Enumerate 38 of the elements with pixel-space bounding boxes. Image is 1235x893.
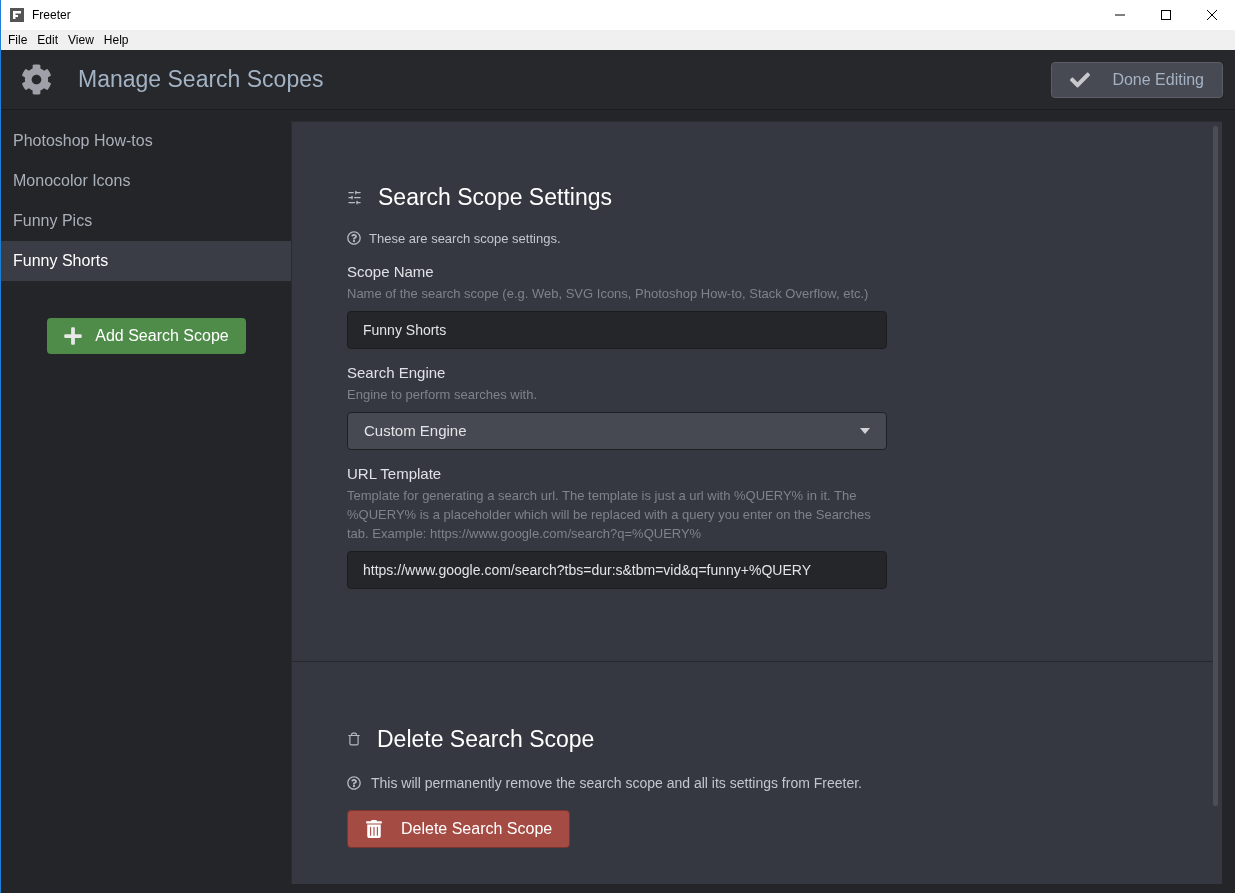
plus-icon [63,326,84,346]
trash-icon [347,732,361,747]
field-description: Template for generating a search url. The template is just a url with %QUERY% in it. The %QUERY% is a placeholder which will be replaced with a query you enter on the Searches tab. Example: https://www.google.com/search?q=%QUERY% [347,487,872,543]
help-icon [347,231,361,246]
maximize-icon [1161,10,1171,20]
dropdown-caret-icon [860,428,870,434]
settings-icon [21,64,52,95]
field-description: Engine to perform searches with. [347,386,539,404]
trash-icon [365,819,383,838]
sidebar-item[interactable]: Monocolor Icons [1,161,291,201]
field-label: URL Template [347,464,442,484]
delete-search-scope-button[interactable]: Delete Search Scope [347,809,571,848]
field-label: Scope Name [347,262,434,282]
section-title: Search Scope Settings [378,183,612,212]
sliders-icon [347,189,362,205]
window-title: Freeter [32,7,71,24]
text-input-field[interactable]: Funny Shorts [347,311,887,349]
done-editing-button[interactable]: Done Editing [1051,61,1223,98]
engine-select[interactable]: Custom Engine [347,412,887,450]
field-description: Name of the search scope (e.g. Web, SVG Icons, Photoshop How-to, Stack Overflow, etc.) [347,285,870,303]
field-label: Search Engine [347,363,446,383]
sidebar-item[interactable]: Photoshop How-tos [1,121,291,161]
text-input-field[interactable]: https://www.google.com/search?tbs=dur:s&tbm=vid&q=funny+%QUERY [347,551,887,589]
menu-item[interactable]: Edit [32,31,64,49]
section-hint: This will permanently remove the search scope and all its settings from Freeter. [371,773,862,793]
add-search-scope-button[interactable]: Add Search Scope [46,318,246,354]
sidebar-item[interactable]: Funny Shorts [1,241,291,281]
help-icon [347,776,361,790]
sidebar-item[interactable]: Funny Pics [1,201,291,241]
section-hint: These are search scope settings. [369,229,561,248]
section-title: Delete Search Scope [377,725,595,754]
page-title: Manage Search Scopes [78,65,324,95]
menu-item[interactable]: File [3,31,33,49]
app-logo-icon [10,8,24,22]
scrollbar-thumb[interactable] [1213,126,1218,806]
close-icon [1207,10,1217,20]
menu-item[interactable]: Help [98,31,134,49]
menu-item[interactable]: View [63,31,99,49]
